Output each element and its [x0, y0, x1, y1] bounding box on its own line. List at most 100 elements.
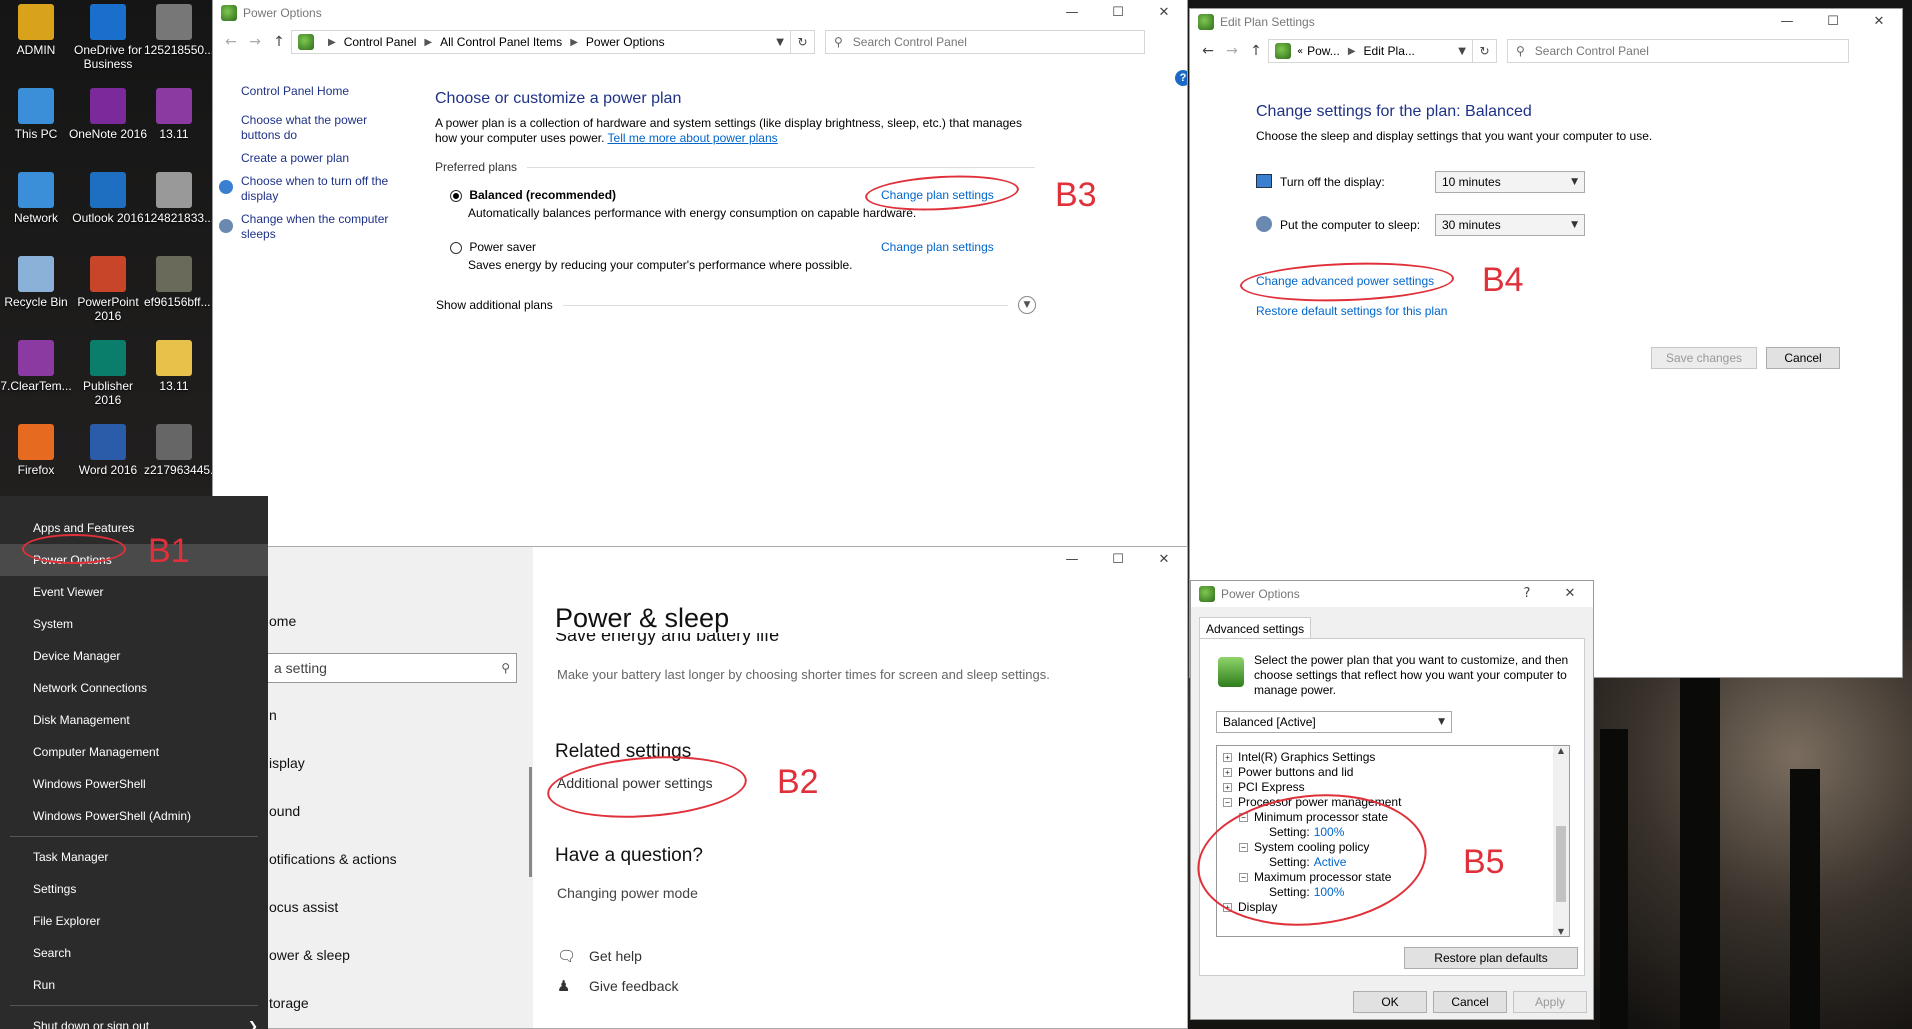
expand-icon[interactable]: +: [1223, 753, 1232, 763]
desktop-icon[interactable]: 7.ClearTem...: [0, 336, 76, 416]
menu-item-shutdown[interactable]: Shut down or sign out ❯: [0, 1010, 268, 1029]
minimize-button[interactable]: —: [1049, 0, 1095, 26]
desktop-icon[interactable]: Outlook 2016: [68, 168, 148, 248]
breadcrumb-item[interactable]: Edit Pla...: [1364, 44, 1415, 58]
desktop-icon[interactable]: Recycle Bin: [0, 252, 76, 332]
sidebar-link-turn-off-display[interactable]: Choose when to turn off the display: [241, 174, 401, 204]
close-button[interactable]: ✕: [1141, 0, 1187, 26]
menu-item[interactable]: Disk Management: [0, 704, 268, 736]
menu-item[interactable]: Run: [0, 969, 268, 1001]
menu-item[interactable]: Windows PowerShell (Admin): [0, 800, 268, 832]
desktop-icon[interactable]: This PC: [0, 84, 76, 164]
overflow-chevron-icon[interactable]: «: [1297, 46, 1303, 57]
settings-nav-item[interactable]: isplay: [269, 755, 305, 771]
expand-icon[interactable]: +: [1223, 768, 1232, 778]
back-arrow-icon[interactable]: ←: [1196, 43, 1220, 59]
search-box[interactable]: ⚲ Search Control Panel: [1507, 39, 1849, 63]
desktop-icon[interactable]: 124821833...: [144, 168, 214, 248]
menu-item[interactable]: Settings: [0, 873, 268, 905]
scrollbar-thumb[interactable]: [1556, 826, 1566, 902]
scroll-down-arrow-icon[interactable]: ▼: [1553, 927, 1569, 936]
desktop-icon[interactable]: z217963445...: [144, 420, 220, 500]
breadcrumb-item[interactable]: Power Options: [586, 35, 665, 49]
sidebar-link-create-plan[interactable]: Create a power plan: [241, 151, 401, 166]
save-changes-button[interactable]: Save changes: [1651, 347, 1757, 369]
scrollbar-thumb[interactable]: [529, 767, 532, 877]
refresh-icon[interactable]: ↻: [1473, 39, 1497, 63]
sidebar-link-power-buttons[interactable]: Choose what the power buttons do: [241, 113, 401, 143]
address-bar[interactable]: « Pow... ▶ Edit Pla... ▼: [1268, 39, 1473, 63]
desktop-icon[interactable]: 125218550...: [144, 0, 214, 80]
restore-default-settings-link[interactable]: Restore default settings for this plan: [1256, 304, 1447, 318]
plan-select[interactable]: Balanced [Active] ▼: [1216, 711, 1452, 733]
back-arrow-icon[interactable]: ←: [219, 34, 243, 50]
menu-item[interactable]: File Explorer: [0, 905, 268, 937]
cancel-button[interactable]: Cancel: [1433, 991, 1507, 1013]
desktop-icon[interactable]: PowerPoint 2016: [68, 252, 148, 332]
maximize-button[interactable]: ☐: [1095, 0, 1141, 26]
minimize-button[interactable]: —: [1764, 9, 1810, 35]
menu-item[interactable]: Event Viewer: [0, 576, 268, 608]
give-feedback-row[interactable]: ♟ Give feedback: [557, 977, 679, 995]
address-bar[interactable]: ▶ Control Panel ▶ All Control Panel Item…: [291, 30, 791, 54]
desktop-icon[interactable]: ef96156bff...: [144, 252, 211, 332]
settings-nav-item[interactable]: ound: [269, 803, 300, 819]
close-button[interactable]: ✕: [1856, 9, 1902, 35]
get-help-link[interactable]: Get help: [589, 948, 642, 964]
minimize-button[interactable]: —: [1049, 547, 1095, 573]
menu-item[interactable]: System: [0, 608, 268, 640]
expand-chevron-icon[interactable]: ▼: [1018, 296, 1036, 314]
display-timeout-select[interactable]: 10 minutes ▼: [1435, 171, 1585, 193]
address-dropdown-icon[interactable]: ▼: [1458, 46, 1466, 57]
up-arrow-icon[interactable]: ↑: [1244, 43, 1268, 59]
sidebar-link-computer-sleeps[interactable]: Change when the computer sleeps: [241, 212, 401, 242]
refresh-icon[interactable]: ↻: [791, 30, 815, 54]
show-additional-plans[interactable]: Show additional plans ▼: [436, 296, 1036, 314]
menu-item[interactable]: Network Connections: [0, 672, 268, 704]
changing-power-mode-link[interactable]: Changing power mode: [557, 885, 698, 901]
settings-nav-item-selected[interactable]: ower & sleep: [269, 947, 350, 963]
up-arrow-icon[interactable]: ↑: [267, 34, 291, 50]
tab-advanced-settings[interactable]: Advanced settings: [1199, 617, 1312, 639]
expand-icon[interactable]: +: [1223, 783, 1232, 793]
help-icon[interactable]: ?: [1175, 70, 1187, 86]
breadcrumb-item[interactable]: Control Panel: [344, 35, 417, 49]
settings-nav-home[interactable]: ome: [269, 613, 296, 629]
restore-plan-defaults-button[interactable]: Restore plan defaults: [1404, 947, 1578, 969]
desktop-icon[interactable]: Network: [0, 168, 76, 248]
radio-power-saver[interactable]: [450, 241, 462, 254]
menu-item[interactable]: Search: [0, 937, 268, 969]
desktop-icon[interactable]: 13.11: [144, 84, 204, 164]
menu-item[interactable]: Windows PowerShell: [0, 768, 268, 800]
close-button[interactable]: ✕: [1141, 547, 1187, 573]
find-setting-search-box[interactable]: a setting ⚲: [267, 653, 517, 683]
maximize-button[interactable]: ☐: [1810, 9, 1856, 35]
search-box[interactable]: ⚲ Search Control Panel: [825, 30, 1145, 54]
tree-node[interactable]: + PCI Express: [1223, 780, 1305, 794]
tree-node[interactable]: + Intel(R) Graphics Settings: [1223, 750, 1375, 764]
settings-nav-item[interactable]: n: [269, 707, 277, 723]
apply-button[interactable]: Apply: [1513, 991, 1587, 1013]
radio-balanced[interactable]: [450, 189, 462, 202]
plan-balanced[interactable]: Balanced (recommended): [450, 188, 616, 202]
desktop-icon[interactable]: OneDrive for Business: [68, 0, 148, 80]
close-button[interactable]: ✕: [1547, 581, 1593, 607]
plan-power-saver[interactable]: Power saver: [450, 240, 536, 254]
settings-nav-item[interactable]: torage: [269, 995, 309, 1011]
desktop-icon[interactable]: OneNote 2016: [68, 84, 148, 164]
menu-item[interactable]: Device Manager: [0, 640, 268, 672]
get-help-row[interactable]: 🗨 Get help: [557, 947, 642, 965]
sleep-timeout-select[interactable]: 30 minutes ▼: [1435, 214, 1585, 236]
scroll-up-arrow-icon[interactable]: ▲: [1553, 746, 1569, 755]
sidebar-link-control-panel-home[interactable]: Control Panel Home: [241, 84, 401, 99]
desktop-icon[interactable]: Publisher 2016: [68, 336, 148, 416]
desktop-icon[interactable]: 13.11: [144, 336, 204, 416]
collapse-icon[interactable]: −: [1223, 798, 1232, 808]
menu-item[interactable]: Computer Management: [0, 736, 268, 768]
forward-arrow-icon[interactable]: →: [243, 34, 267, 50]
desktop-icon[interactable]: Word 2016: [68, 420, 148, 500]
ok-button[interactable]: OK: [1353, 991, 1427, 1013]
forward-arrow-icon[interactable]: →: [1220, 43, 1244, 59]
settings-nav-item[interactable]: otifications & actions: [269, 851, 397, 867]
address-dropdown-icon[interactable]: ▼: [776, 37, 784, 48]
